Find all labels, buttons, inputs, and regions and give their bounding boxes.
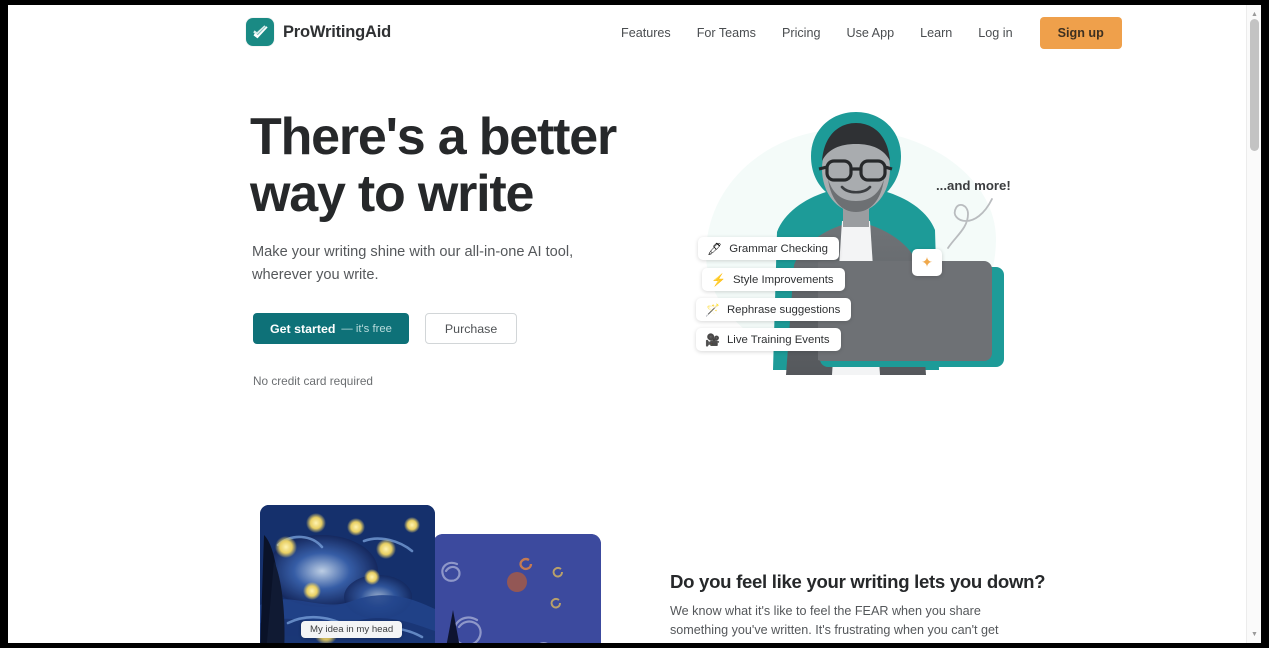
hero-subheading: Make your writing shine with our all-in-… bbox=[252, 244, 574, 283]
feature-card-rephrase-suggestions: 🪄 Rephrase suggestions bbox=[696, 298, 852, 321]
film-camera-icon: 🎥 bbox=[705, 332, 720, 347]
scroll-down-arrow-icon[interactable]: ▼ bbox=[1247, 627, 1261, 641]
get-started-button[interactable]: Get started — it's free bbox=[253, 313, 409, 344]
scrollbar-thumb[interactable] bbox=[1250, 19, 1259, 151]
feature-card-style-improvements: ⚡ Style Improvements bbox=[702, 268, 845, 291]
nav-item-log-in[interactable]: Log in bbox=[965, 20, 1025, 46]
nav-item-features[interactable]: Features bbox=[608, 20, 684, 46]
and-more-annotation: ...and more! bbox=[936, 178, 1011, 193]
get-started-note: — it's free bbox=[341, 322, 392, 335]
no-credit-card-note: No credit card required bbox=[253, 374, 373, 388]
starry-night-caption: My idea in my head bbox=[301, 621, 403, 638]
hero-illustration: ✦ ...and more! 🖋 Grammar Checking ⚡ Styl… bbox=[668, 101, 1028, 401]
page-content: ProWritingAid Features For Teams Pricing… bbox=[8, 5, 1243, 643]
brand-name: ProWritingAid bbox=[283, 22, 392, 41]
main-nav: Features For Teams Pricing Use App Learn… bbox=[608, 5, 1122, 61]
curly-arrow-icon bbox=[947, 198, 993, 249]
feature-card-grammar-checking: 🖋 Grammar Checking bbox=[698, 237, 839, 260]
feature-label: Rephrase suggestions bbox=[726, 303, 841, 316]
nav-item-use-app[interactable]: Use App bbox=[833, 20, 907, 46]
simplified-blue-drawing bbox=[433, 534, 601, 643]
page-scrollbar[interactable]: ▲ ▼ bbox=[1246, 5, 1261, 643]
hero-cta-row: Get started — it's free Purchase bbox=[253, 313, 518, 344]
nav-item-learn[interactable]: Learn bbox=[907, 20, 965, 46]
lightning-bolt-icon: ⚡ bbox=[711, 272, 726, 287]
sign-up-button[interactable]: Sign up bbox=[1039, 17, 1122, 49]
magic-wand-icon: 🪄 bbox=[705, 302, 720, 317]
nav-item-pricing[interactable]: Pricing bbox=[769, 20, 834, 46]
section-title: Do you feel like your writing lets you d… bbox=[670, 571, 1046, 592]
site-header: ProWritingAid Features For Teams Pricing… bbox=[8, 5, 1243, 61]
hero-heading: There's a better way to write bbox=[250, 108, 617, 223]
brand-logo[interactable]: ProWritingAid bbox=[246, 18, 391, 46]
feature-card-live-training-events: 🎥 Live Training Events bbox=[696, 328, 841, 351]
feather-pen-icon: 🖋 bbox=[707, 241, 723, 256]
feature-label: Live Training Events bbox=[726, 333, 830, 346]
purchase-button[interactable]: Purchase bbox=[424, 313, 518, 344]
get-started-label: Get started bbox=[270, 321, 336, 336]
feature-label: Style Improvements bbox=[732, 273, 834, 286]
browser-viewport: ProWritingAid Features For Teams Pricing… bbox=[8, 5, 1261, 643]
feature-label: Grammar Checking bbox=[729, 242, 828, 255]
section-body: We know what it's like to feel the FEAR … bbox=[670, 604, 999, 643]
nav-item-for-teams[interactable]: For Teams bbox=[684, 20, 769, 46]
prowritingaid-logo-icon bbox=[246, 18, 274, 46]
